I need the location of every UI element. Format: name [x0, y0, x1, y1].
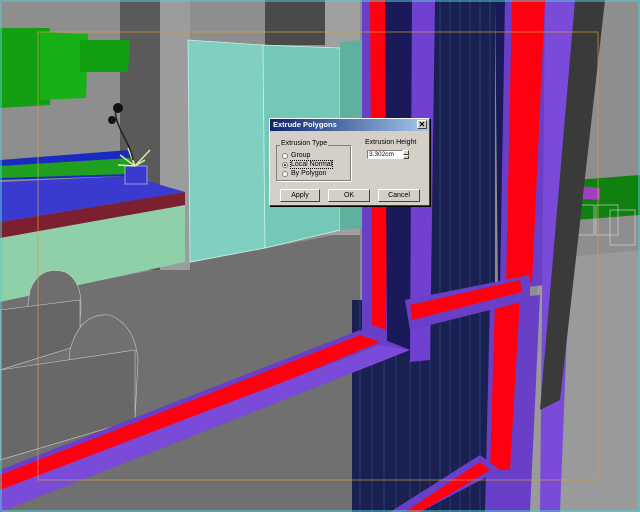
extrusion-height-label: Extrusion Height — [365, 139, 417, 146]
close-button[interactable]: ✕ — [417, 120, 427, 129]
ok-button[interactable]: OK — [328, 189, 370, 202]
dialog-title: Extrude Polygons — [273, 120, 337, 129]
height-spinner[interactable] — [403, 150, 409, 159]
floor-right — [520, 250, 640, 512]
close-icon: ✕ — [418, 120, 426, 129]
radio-label: Group — [291, 152, 311, 159]
radio-label: Local Normal — [289, 160, 334, 169]
cancel-button[interactable]: Cancel — [378, 189, 420, 202]
orchid-flower — [108, 116, 116, 124]
radio-group[interactable]: Group — [282, 151, 310, 160]
radio-button[interactable] — [282, 170, 288, 177]
extrusion-type-label: Extrusion Type — [280, 140, 329, 147]
apply-button[interactable]: Apply — [280, 189, 320, 202]
radio-label: By Polygon — [291, 170, 327, 177]
3d-viewport[interactable]: Extrude Polygons ✕ Extrusion Type Group … — [0, 0, 640, 512]
orchid-flower — [113, 103, 123, 113]
dialog-titlebar[interactable]: Extrude Polygons ✕ — [270, 119, 429, 131]
extrude-polygons-dialog: Extrude Polygons ✕ Extrusion Type Group … — [269, 118, 430, 206]
spinner-down-icon[interactable] — [403, 154, 409, 159]
radio-button-selected[interactable] — [282, 161, 288, 168]
glass-panel — [187, 39, 266, 263]
radio-button[interactable] — [282, 152, 288, 159]
radio-local-normal[interactable]: Local Normal — [282, 160, 334, 169]
extrusion-height-input[interactable]: 3.302cm — [367, 150, 403, 159]
green-panel — [80, 40, 130, 72]
radio-by-polygon[interactable]: By Polygon — [282, 169, 326, 178]
viewport-scene[interactable] — [0, 0, 640, 512]
plant-pot — [124, 165, 148, 185]
